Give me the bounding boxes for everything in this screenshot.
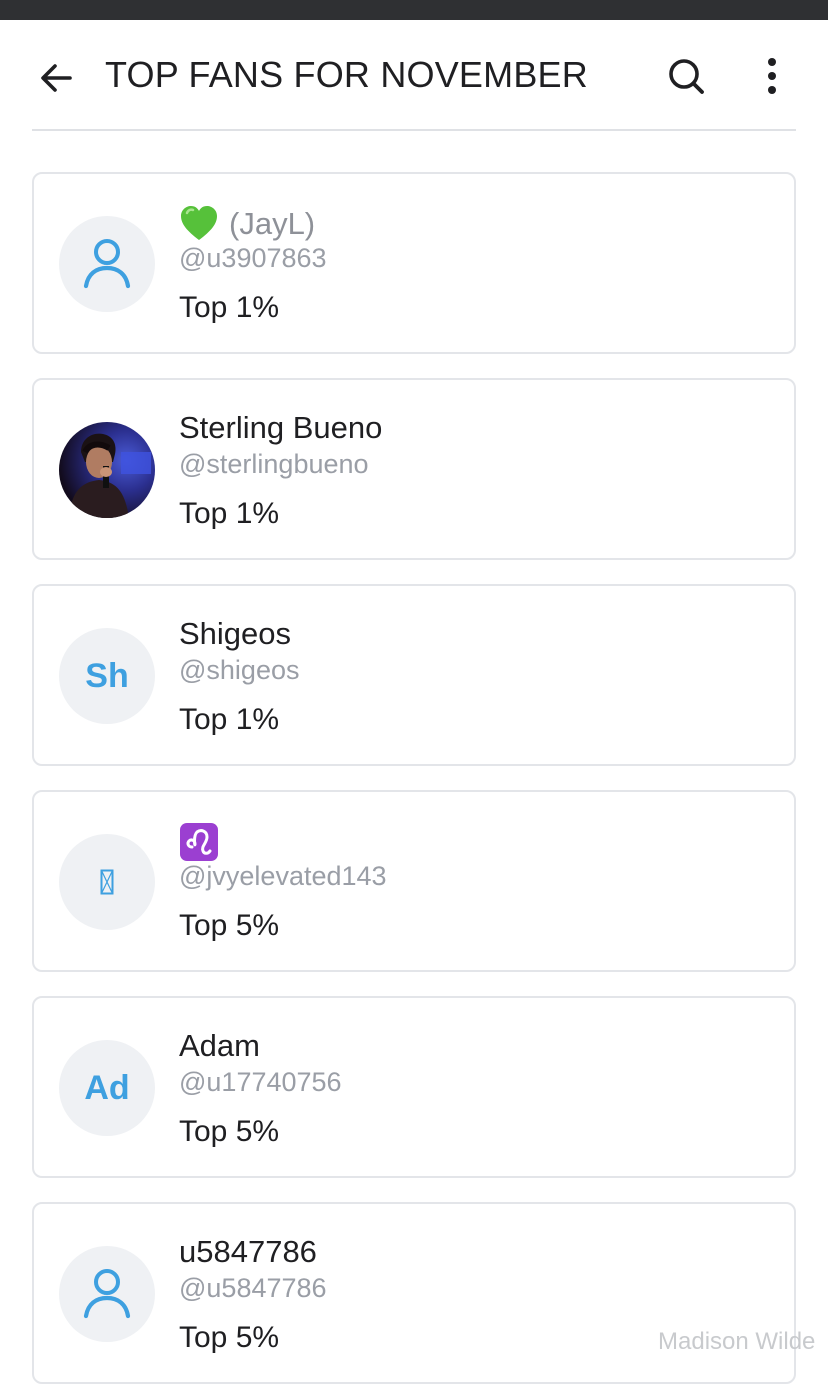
profile-photo: [59, 422, 155, 518]
avatar: [59, 422, 155, 518]
fan-name-text: (JayL): [229, 206, 316, 241]
fan-handle: @shigeos: [179, 655, 300, 685]
fan-rank: Top 1%: [179, 703, 280, 736]
avatar: Sh: [59, 628, 155, 724]
fan-card[interactable]: Ad Adam @u17740756 Top 5%: [32, 996, 796, 1178]
fan-card[interactable]: Sh Shigeos @shigeos Top 1%: [32, 584, 796, 766]
fan-name: Shigeos: [179, 616, 292, 651]
fan-handle: @sterlingbueno: [179, 449, 369, 479]
fan-handle: @u5847786: [179, 1273, 327, 1303]
search-button[interactable]: [658, 48, 714, 104]
fan-name: (JayL): [179, 204, 315, 244]
fan-rank: Top 5%: [179, 1321, 280, 1354]
avatar-initials: Sh: [85, 656, 129, 695]
fan-name: Sterling Bueno: [179, 410, 383, 445]
missing-glyph-icon: [100, 869, 114, 895]
app-bar: TOP FANS FOR NOVEMBER: [0, 20, 828, 130]
avatar: Ad: [59, 1040, 155, 1136]
more-vertical-icon: [768, 58, 776, 94]
fan-rank: Top 1%: [179, 497, 280, 530]
fan-name: Adam: [179, 1028, 260, 1063]
fan-rank: Top 5%: [179, 1115, 280, 1148]
header-divider: [32, 129, 796, 131]
fan-card[interactable]: Sterling Bueno @sterlingbueno Top 1%: [32, 378, 796, 560]
fan-name: [179, 822, 219, 862]
back-button[interactable]: [28, 50, 84, 106]
search-icon: [669, 59, 704, 94]
fan-handle: @u17740756: [179, 1067, 342, 1097]
fan-card[interactable]: u5847786 @u5847786 Top 5%: [32, 1202, 796, 1384]
fan-name: u5847786: [179, 1234, 317, 1269]
fan-rank: Top 1%: [179, 291, 280, 324]
watermark: Madison Wilde: [658, 1328, 816, 1355]
green-heart-emoji: [181, 206, 217, 240]
leo-zodiac-emoji: [180, 823, 218, 861]
status-bar: [0, 0, 828, 20]
person-icon: [83, 239, 131, 289]
avatar: [59, 216, 155, 312]
fan-handle: @u3907863: [179, 243, 327, 273]
avatar-initials: Ad: [84, 1068, 130, 1107]
avatar: [59, 834, 155, 930]
more-options-button[interactable]: [744, 48, 800, 104]
fan-card[interactable]: (JayL) @u3907863 Top 1%: [32, 172, 796, 354]
fan-handle: @jvyelevated143: [179, 861, 387, 891]
page-title: TOP FANS FOR NOVEMBER: [105, 54, 588, 95]
arrow-left-icon: [41, 64, 72, 92]
fan-rank: Top 5%: [179, 909, 280, 942]
avatar: [59, 1246, 155, 1342]
fan-card[interactable]: @jvyelevated143 Top 5%: [32, 790, 796, 972]
person-icon: [83, 1269, 131, 1319]
